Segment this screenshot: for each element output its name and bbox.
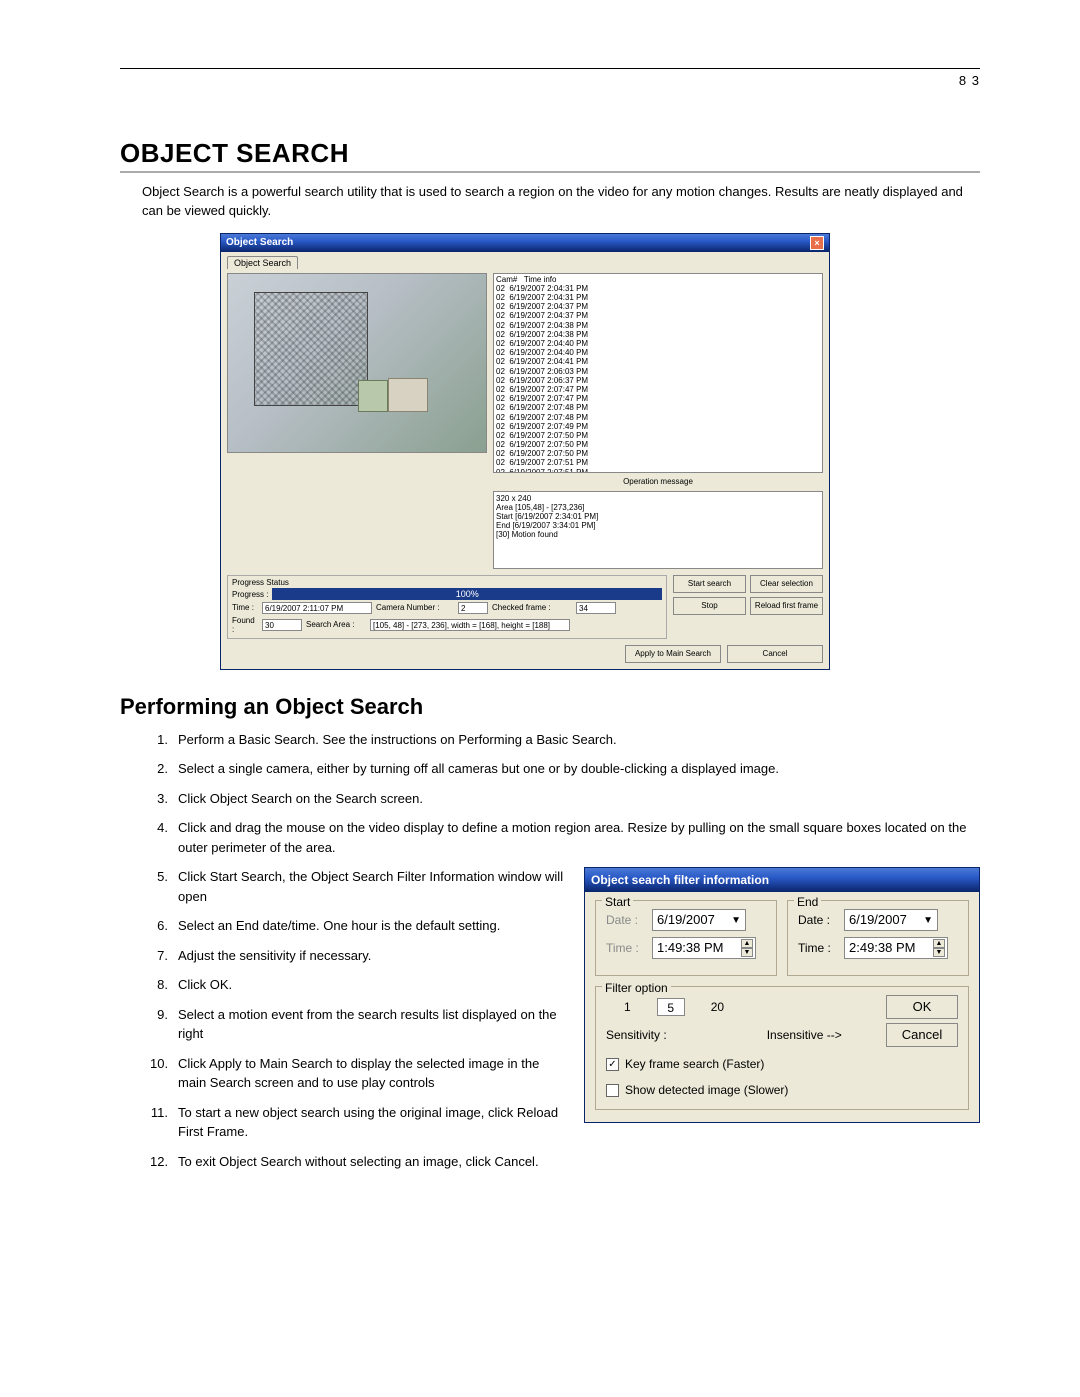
- step-1: 1.Perform a Basic Search. See the instru…: [150, 730, 980, 750]
- start-time-label: Time :: [606, 939, 646, 957]
- window-title: Object Search: [226, 237, 293, 248]
- start-time-input[interactable]: 1:49:38 PM ▲▼: [652, 937, 756, 959]
- step-7: 7.Adjust the sensitivity if necessary.: [150, 946, 564, 966]
- spin-up-icon[interactable]: ▲: [741, 939, 753, 948]
- filter-option-label: Filter option: [602, 979, 671, 997]
- progress-status-group: Progress Status Progress : 100% Time : 6…: [227, 575, 667, 639]
- operation-message: 320 x 240 Area [105,48] - [273,236] Star…: [493, 491, 823, 569]
- end-group: End Date : 6/19/2007▼ Time :: [787, 900, 969, 976]
- titlebar: Object Search ×: [221, 234, 829, 252]
- start-date-label: Date :: [606, 911, 646, 929]
- desk-shape: [388, 378, 428, 412]
- time-value: 6/19/2007 2:11:07 PM: [262, 602, 372, 614]
- show-detected-checkbox[interactable]: [606, 1084, 619, 1097]
- show-detected-label: Show detected image (Slower): [625, 1081, 788, 1099]
- filter-dialog-titlebar: Object search filter information: [585, 868, 979, 892]
- desk-shape-2: [358, 380, 388, 412]
- checked-frame-value: 34: [576, 602, 616, 614]
- object-search-window: Object Search × Object Search Cam# Time …: [220, 233, 830, 670]
- section-title: OBJECT SEARCH: [120, 138, 980, 169]
- end-group-label: End: [794, 893, 821, 911]
- apply-to-main-search-button[interactable]: Apply to Main Search: [625, 645, 721, 663]
- tick-1: 1: [624, 998, 631, 1016]
- close-icon[interactable]: ×: [810, 236, 824, 250]
- chevron-down-icon[interactable]: ▼: [731, 913, 741, 928]
- step-10: 10.Click Apply to Main Search to display…: [150, 1054, 564, 1093]
- spin-down-icon[interactable]: ▼: [741, 948, 753, 957]
- search-area-value: [105, 48] - [273, 236], width = [168], h…: [370, 619, 570, 631]
- time-label: Time :: [232, 603, 258, 612]
- found-value: 30: [262, 619, 302, 631]
- sensitivity-label: Sensitivity :: [606, 1026, 667, 1044]
- header-rule: [120, 68, 980, 69]
- filter-dialog-title: Object search filter information: [591, 871, 769, 889]
- found-label: Found :: [232, 616, 258, 634]
- ok-button[interactable]: OK: [886, 995, 958, 1019]
- clear-selection-button[interactable]: Clear selection: [750, 575, 823, 593]
- end-date-label: Date :: [798, 911, 838, 929]
- step-4: 4.Click and drag the mouse on the video …: [150, 818, 980, 857]
- checked-frame-label: Checked frame :: [492, 603, 572, 612]
- start-date-input[interactable]: 6/19/2007▼: [652, 909, 746, 931]
- insensitive-label: Insensitive -->: [767, 1026, 842, 1044]
- reload-first-frame-button[interactable]: Reload first frame: [750, 597, 823, 615]
- step-6: 6.Select an End date/time. One hour is t…: [150, 916, 564, 936]
- progress-bar: 100%: [272, 588, 662, 600]
- end-time-input[interactable]: 2:49:38 PM ▲▼: [844, 937, 948, 959]
- start-group-label: Start: [602, 893, 633, 911]
- progress-status-label: Progress Status: [232, 578, 662, 587]
- step-12: 12.To exit Object Search without selecti…: [150, 1152, 564, 1172]
- results-list[interactable]: Cam# Time info 02 6/19/2007 2:04:31 PM 0…: [493, 273, 823, 473]
- page-number: 8 3: [120, 73, 980, 88]
- chevron-down-icon[interactable]: ▼: [923, 913, 933, 928]
- cancel-button[interactable]: Cancel: [727, 645, 823, 663]
- keyframe-checkbox[interactable]: ✓: [606, 1058, 619, 1071]
- start-search-button[interactable]: Start search: [673, 575, 746, 593]
- sensitivity-value[interactable]: 5: [657, 998, 685, 1016]
- tab-object-search[interactable]: Object Search: [227, 256, 298, 269]
- cancel-dialog-button[interactable]: Cancel: [886, 1023, 958, 1047]
- progress-sublabel: Progress :: [232, 590, 268, 599]
- camera-number-value: 2: [458, 602, 488, 614]
- step-5: 5.Click Start Search, the Object Search …: [150, 867, 564, 906]
- keyframe-label: Key frame search (Faster): [625, 1055, 764, 1073]
- intro-paragraph: Object Search is a powerful search utili…: [142, 183, 980, 221]
- results-body: 02 6/19/2007 2:04:31 PM 02 6/19/2007 2:0…: [496, 284, 588, 473]
- camera-number-label: Camera Number :: [376, 603, 454, 612]
- step-3: 3.Click Object Search on the Search scre…: [150, 789, 980, 809]
- tick-20: 20: [711, 998, 724, 1016]
- search-area-label: Search Area :: [306, 620, 366, 629]
- operation-message-label: Operation message: [493, 477, 823, 486]
- end-time-label: Time :: [798, 939, 838, 957]
- filter-option-group: Filter option 1 5 20 OK Sensitivity: [595, 986, 969, 1110]
- start-group: Start Date : 6/19/2007▼ Time :: [595, 900, 777, 976]
- video-preview[interactable]: [227, 273, 487, 453]
- step-8: 8.Click OK.: [150, 975, 564, 995]
- stop-button[interactable]: Stop: [673, 597, 746, 615]
- results-header: Cam# Time info: [496, 275, 556, 284]
- step-9: 9.Select a motion event from the search …: [150, 1005, 564, 1044]
- filter-dialog: Object search filter information Start D…: [584, 867, 980, 1123]
- spin-up-icon[interactable]: ▲: [933, 939, 945, 948]
- end-date-input[interactable]: 6/19/2007▼: [844, 909, 938, 931]
- section-rule: [120, 171, 980, 173]
- subsection-title: Performing an Object Search: [120, 694, 980, 720]
- spin-down-icon[interactable]: ▼: [933, 948, 945, 957]
- step-11: 11.To start a new object search using th…: [150, 1103, 564, 1142]
- step-2: 2.Select a single camera, either by turn…: [150, 759, 980, 779]
